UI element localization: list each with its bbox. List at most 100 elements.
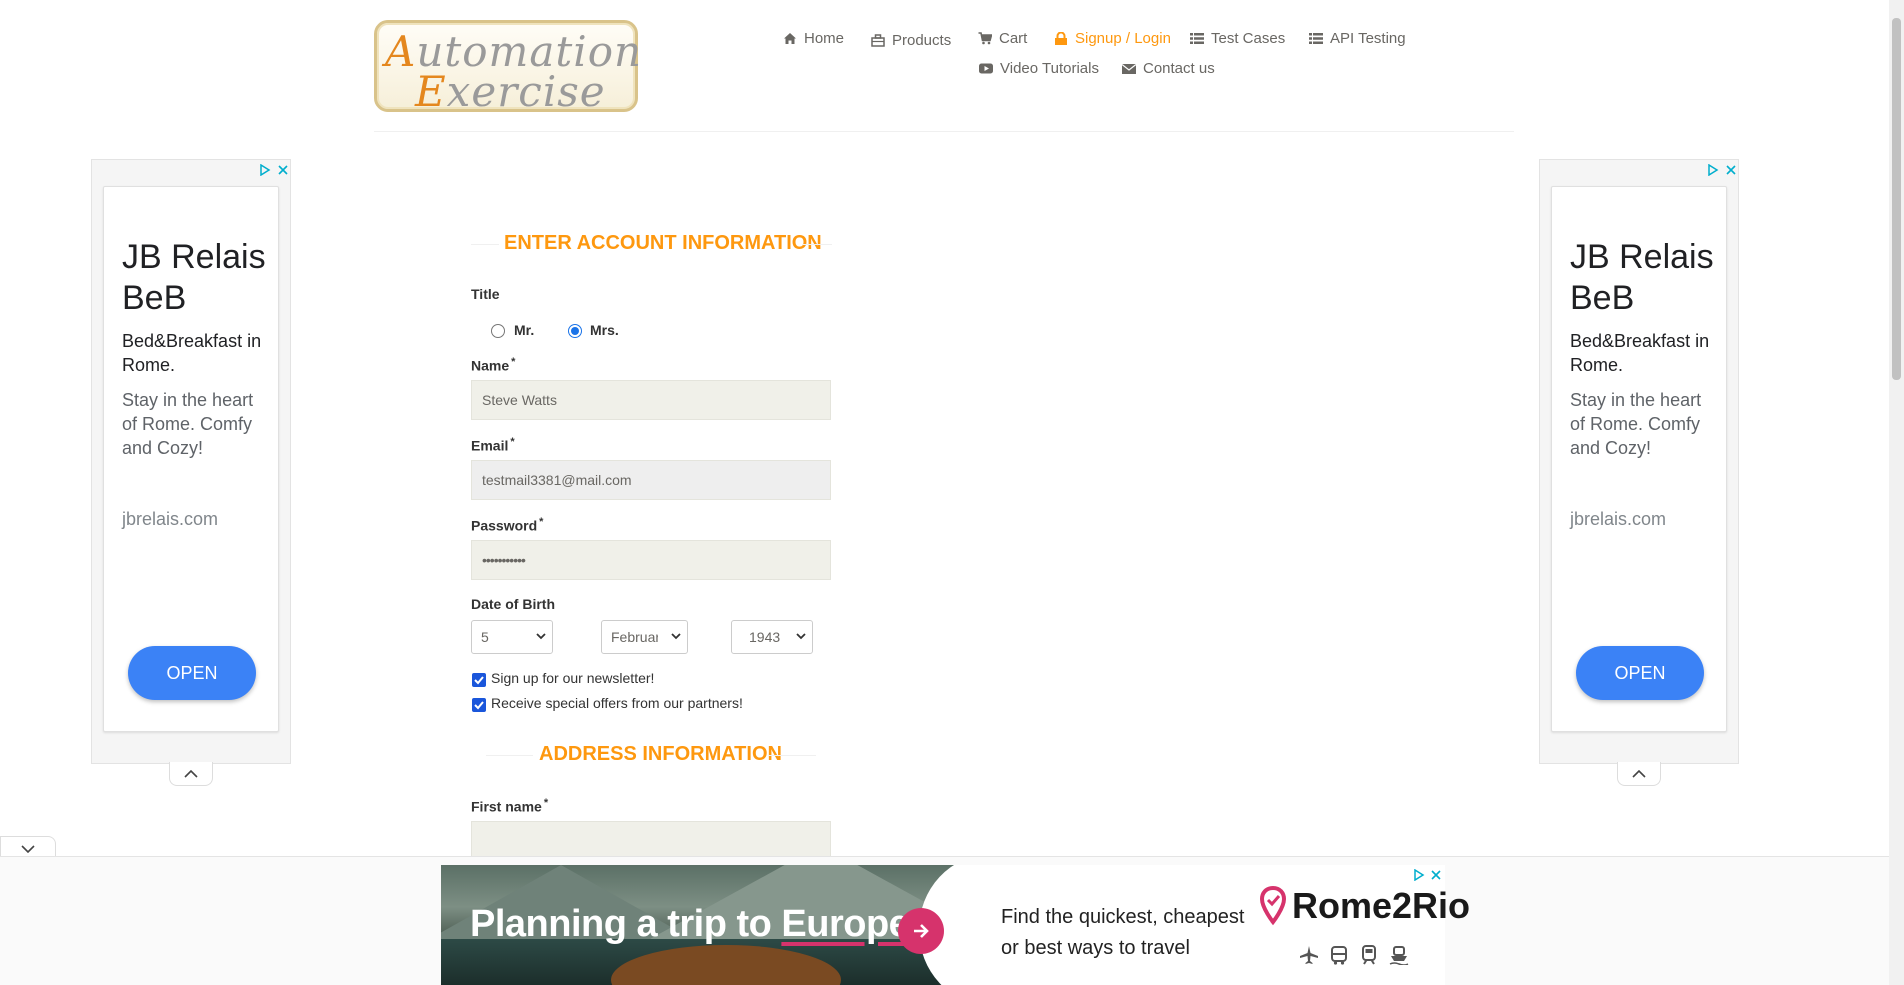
email-label: Email * <box>471 436 515 454</box>
nav-video-tutorials[interactable]: Video Tutorials <box>979 60 1099 77</box>
nav-signup-login-label: Signup / Login <box>1075 30 1171 47</box>
newsletter-label[interactable]: Sign up for our newsletter! <box>491 670 654 686</box>
ferry-icon <box>1389 946 1409 965</box>
nav-test-cases[interactable]: Test Cases <box>1190 30 1285 47</box>
lock-icon <box>1055 32 1067 45</box>
nav-products[interactable]: Products <box>871 32 951 49</box>
chevron-down-icon <box>796 633 806 640</box>
map-pin-icon <box>1260 886 1286 926</box>
name-input[interactable]: Steve Watts <box>471 380 831 420</box>
train-icon <box>1362 945 1376 965</box>
rome2rio-logo: Rome2Rio <box>1260 885 1470 927</box>
title-mr-label[interactable]: Mr. <box>514 322 534 338</box>
section-rule <box>471 244 499 245</box>
page-scrollbar[interactable] <box>1889 0 1904 985</box>
transport-icons <box>1299 945 1409 965</box>
ad-arrow-button[interactable] <box>898 908 944 954</box>
list-icon <box>1190 33 1204 44</box>
ad-card[interactable]: JB Relais BeB Bed&Breakfast in Rome. Sta… <box>103 186 279 732</box>
nav-video-tutorials-label: Video Tutorials <box>1000 60 1099 77</box>
logo-text-2: xercise <box>446 67 606 116</box>
list-icon <box>1309 33 1323 44</box>
title-mrs-radio[interactable] <box>568 324 582 338</box>
arrow-right-icon <box>914 924 929 938</box>
bottom-banner-ad[interactable]: Planning a trip to Europe? Find the quic… <box>441 865 1470 985</box>
dob-day-select[interactable]: 5 <box>471 620 553 654</box>
dob-label: Date of Birth <box>471 596 555 612</box>
close-ad-icon[interactable] <box>277 164 289 176</box>
nav-home[interactable]: Home <box>783 30 844 47</box>
nav-test-cases-label: Test Cases <box>1211 30 1286 47</box>
ad-domain: jbrelais.com <box>122 509 219 529</box>
password-input[interactable]: ••••••••••• <box>471 540 831 580</box>
required-marker: * <box>539 516 544 528</box>
header-divider <box>374 131 1514 132</box>
ad-title: JB Relais BeB <box>122 238 266 317</box>
dob-day-value: 5 <box>481 629 489 645</box>
adchoices-icon[interactable] <box>1707 164 1719 176</box>
ad-title: JB Relais BeB <box>1570 238 1714 317</box>
ad-body: Stay in the heart of Rome. Comfy and Coz… <box>122 390 254 458</box>
checkmark-icon <box>474 701 484 710</box>
bus-icon <box>1331 946 1347 965</box>
dob-month-value: February <box>611 629 658 645</box>
first-name-label: First name * <box>471 797 549 815</box>
address-info-title: ADDRESS INFORMATION <box>539 743 782 765</box>
chevron-up-icon <box>1632 769 1646 778</box>
nav-signup-login[interactable]: Signup / Login <box>1054 30 1171 47</box>
nav-api-testing[interactable]: API Testing <box>1309 30 1406 47</box>
nav-api-testing-label: API Testing <box>1330 30 1406 47</box>
nav-home-label: Home <box>804 30 845 47</box>
title-mrs-label[interactable]: Mrs. <box>590 322 619 338</box>
chevron-down-icon <box>21 844 35 853</box>
nav-contact-us[interactable]: Contact us <box>1122 60 1215 77</box>
title-label: Title <box>471 286 500 302</box>
close-ad-icon[interactable] <box>1725 164 1737 176</box>
adchoices-icon[interactable] <box>1413 869 1425 881</box>
dob-month-select[interactable]: February <box>601 620 688 654</box>
products-icon <box>871 34 885 47</box>
offers-checkbox[interactable] <box>472 698 486 712</box>
left-ad-collapse-button[interactable] <box>169 762 213 786</box>
dob-year-value: 1943 <box>749 629 781 645</box>
nav-contact-us-label: Contact us <box>1143 60 1215 77</box>
name-label: Name * <box>471 356 516 374</box>
ad-card[interactable]: JB Relais BeB Bed&Breakfast in Rome. Sta… <box>1551 186 1727 732</box>
section-rule <box>768 755 816 756</box>
ad-domain: jbrelais.com <box>1570 509 1667 529</box>
required-marker: * <box>543 797 549 809</box>
required-marker: * <box>511 356 516 368</box>
first-name-input[interactable] <box>471 821 831 861</box>
site-logo[interactable]: Automation Exercise <box>374 20 641 116</box>
password-label: Password * <box>471 516 544 534</box>
ad-open-button[interactable]: OPEN <box>1576 646 1704 700</box>
chevron-down-icon <box>671 633 681 640</box>
left-side-ad[interactable]: JB Relais BeB Bed&Breakfast in Rome. Sta… <box>91 159 291 764</box>
cart-icon <box>978 32 992 45</box>
chevron-up-icon <box>184 769 198 778</box>
section-rule <box>802 244 832 245</box>
right-side-ad[interactable]: JB Relais BeB Bed&Breakfast in Rome. Sta… <box>1539 159 1739 764</box>
checkmark-icon <box>474 676 484 685</box>
close-ad-icon[interactable] <box>1430 869 1442 881</box>
ad-tagline: Find the quickest, cheapest or best ways… <box>1001 906 1245 959</box>
dob-year-select[interactable]: 1943 <box>731 620 813 654</box>
offers-label[interactable]: Receive special offers from our partners… <box>491 695 743 711</box>
chevron-down-icon <box>536 633 546 640</box>
envelope-icon <box>1122 64 1136 74</box>
nav-cart[interactable]: Cart <box>978 30 1027 47</box>
title-mr-radio[interactable] <box>491 324 505 338</box>
ad-open-button[interactable]: OPEN <box>128 646 256 700</box>
ad-body: Stay in the heart of Rome. Comfy and Coz… <box>1570 390 1702 458</box>
nav-products-label: Products <box>892 32 952 49</box>
plane-icon <box>1300 946 1318 964</box>
ad-headline: Planning a trip to Europe? <box>470 903 933 945</box>
required-marker: * <box>510 436 515 448</box>
account-info-title: ENTER ACCOUNT INFORMATION <box>504 232 822 254</box>
email-input[interactable]: testmail3381@mail.com <box>471 460 831 500</box>
newsletter-checkbox[interactable] <box>472 673 486 687</box>
adchoices-icon[interactable] <box>259 164 271 176</box>
home-icon <box>784 33 796 44</box>
right-ad-collapse-button[interactable] <box>1617 762 1661 786</box>
scrollbar-thumb[interactable] <box>1892 18 1901 380</box>
